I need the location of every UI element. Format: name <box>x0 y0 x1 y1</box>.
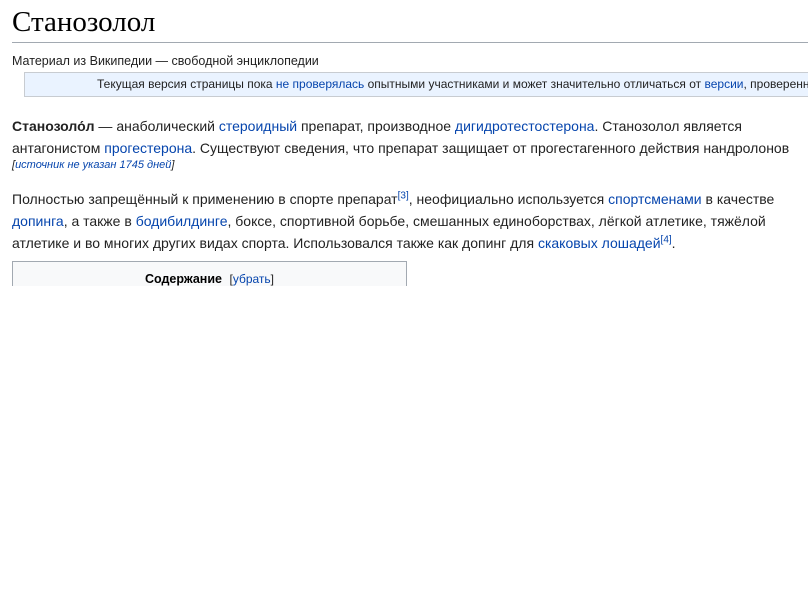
article-term: Станозоло́л <box>12 118 95 134</box>
wiki-page: Станозолол Материал из Википедии — свобо… <box>0 0 808 609</box>
link-progesterone[interactable]: прогестерона <box>104 140 192 156</box>
citation-needed-link[interactable]: источник не указан 1745 дней <box>15 159 171 171</box>
text-run: . Существуют сведения, что препарат защи… <box>192 140 790 156</box>
notice-version-link[interactable]: версии <box>704 77 743 91</box>
text-run: антагонистом <box>12 140 105 156</box>
link-dihydrotestosterone[interactable]: дигидротестостерона <box>455 118 595 134</box>
text-run: , боксе, спортивной борьбе, смешанных ед… <box>227 213 766 229</box>
text-run: Полностью запрещённый к применению в спо… <box>12 191 398 207</box>
usage-paragraph: Полностью запрещённый к применению в спо… <box>12 188 774 254</box>
link-athletes[interactable]: спортсменами <box>608 191 701 207</box>
text-run: , а также в <box>63 213 136 229</box>
paragraph-line: допинга, а также в бодибилдинге, боксе, … <box>12 210 774 232</box>
text-run: в качестве <box>701 191 775 207</box>
review-notice-banner: Текущая версия страницы пока не проверял… <box>24 72 808 97</box>
citation-needed-note: [источник не указан 1745 дней] <box>12 158 789 172</box>
link-steroid[interactable]: стероидный <box>219 118 297 134</box>
text-run: . Станозолол является <box>594 118 742 134</box>
toc-title: Содержание <box>144 272 222 286</box>
toc-header: Содержание [убрать] <box>13 272 406 286</box>
notice-unreviewed-link[interactable]: не проверялась <box>276 77 364 91</box>
link-bodybuilding[interactable]: бодибилдинге <box>136 213 228 229</box>
text-run: — анаболический <box>94 118 219 134</box>
text-run: атлетике и во многих других видах спорта… <box>12 235 538 251</box>
paragraph-line: антагонистом прогестерона. Существуют св… <box>12 137 789 159</box>
toc-hide-link[interactable]: убрать <box>233 272 271 286</box>
reference-4[interactable]: [4] <box>661 234 672 245</box>
link-racehorses[interactable]: скаковых лошадей <box>538 235 661 251</box>
notice-text: опытными участниками и может значительно… <box>364 77 705 91</box>
paragraph-line: атлетике и во многих других видах спорта… <box>12 232 774 254</box>
paragraph-line: Станозоло́л — анаболический стероидный п… <box>12 115 789 137</box>
bracket: ] <box>171 159 175 171</box>
text-run: . <box>671 235 676 251</box>
bracket: ] <box>270 272 275 286</box>
notice-text: Текущая версия страницы пока <box>97 77 276 91</box>
reference-3[interactable]: [3] <box>398 190 409 201</box>
toc-toggle: [убрать] <box>229 272 274 286</box>
text-run: , неофициально используется <box>408 191 609 207</box>
title-divider <box>12 42 808 43</box>
paragraph-line: Полностью запрещённый к применению в спо… <box>12 188 774 210</box>
link-doping[interactable]: допинга <box>12 213 64 229</box>
text-run: препарат, производное <box>297 118 455 134</box>
blank-area <box>0 286 808 609</box>
page-title: Станозолол <box>12 6 156 38</box>
site-tagline: Материал из Википедии — свободной энцикл… <box>12 54 319 68</box>
intro-paragraph: Станозоло́л — анаболический стероидный п… <box>12 115 789 172</box>
notice-text: , проверенной <box>743 77 808 91</box>
